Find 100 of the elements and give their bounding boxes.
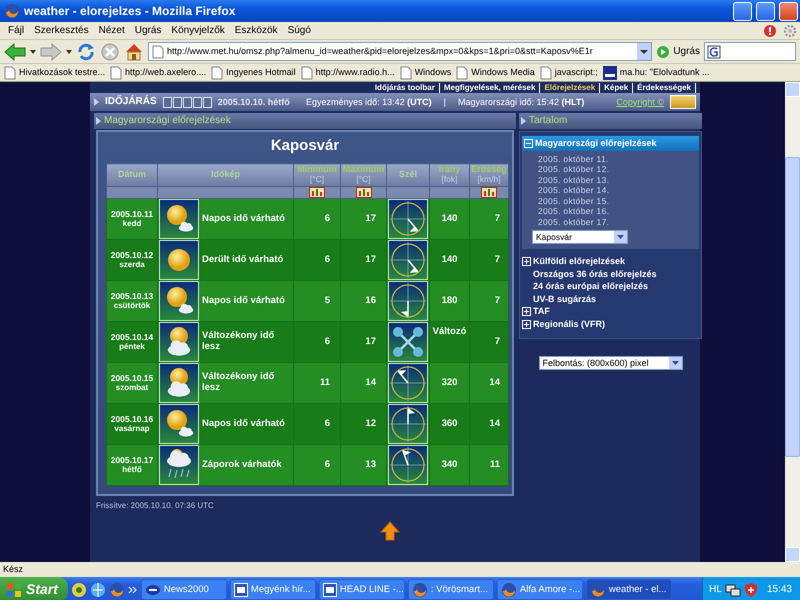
text-size-button[interactable] (202, 96, 212, 108)
variable-wind-icon (388, 322, 428, 362)
sun-cloud-icon (159, 281, 199, 321)
wind-direction: 140 (442, 254, 458, 266)
tree-item[interactable]: TAF (533, 305, 550, 318)
forecast-description: Záporok várhatók (202, 460, 282, 470)
network-icon[interactable] (724, 582, 741, 598)
bookmark-link[interactable]: http://www.radio.h... (316, 67, 395, 78)
address-field[interactable]: http://www.met.hu/omsz.php?almenu_id=weather&pid=elorejelzes&mpx=0&kps=1&pri=0&stt=Kaposv%E1r (148, 42, 652, 61)
page-icon (4, 66, 16, 80)
date-link[interactable]: 2005. október 12. (538, 164, 699, 175)
bookmark-link[interactable]: javascript:; (554, 67, 598, 78)
reload-icon[interactable] (76, 42, 96, 62)
bookmark-link[interactable]: http://web.axelero.... (125, 67, 206, 78)
webmaster-logo[interactable] (670, 95, 696, 109)
caret-icon (668, 357, 682, 370)
page-icon (152, 44, 164, 58)
weekday-text: csütörtök (112, 301, 152, 310)
text-size-button[interactable] (172, 96, 182, 108)
min-temperature: 6 (324, 254, 330, 266)
expand-icon[interactable] (522, 257, 531, 266)
date-text: 2005.10.15 (110, 374, 154, 384)
chart-icon[interactable] (309, 187, 325, 198)
tree-item[interactable]: 24 órás európai előrejelzés (533, 280, 648, 293)
collapse-icon[interactable] (524, 138, 533, 148)
taskbar-button[interactable]: : Vörösmart... (408, 579, 494, 600)
column-label: Maximum (342, 164, 384, 174)
stop-icon[interactable] (100, 42, 120, 62)
separator: | (442, 96, 447, 108)
page-icon (211, 66, 224, 80)
menu-item[interactable]: Ugrás (130, 24, 166, 36)
triangle-icon (94, 98, 99, 106)
caret-icon[interactable] (66, 50, 72, 54)
column-label: Szél (398, 169, 417, 180)
text-size-button[interactable] (162, 96, 172, 108)
search-field[interactable] (704, 42, 796, 61)
text-size-button[interactable] (182, 96, 192, 108)
date-link[interactable]: 2005. október 14. (538, 185, 699, 196)
menu-item[interactable]: Fájl (3, 24, 30, 36)
shield-icon[interactable] (744, 582, 758, 598)
home-icon[interactable] (124, 42, 144, 62)
menu-item[interactable]: Nézet (94, 24, 130, 36)
min-temperature: 11 (320, 377, 330, 388)
tree-item[interactable]: Országos 36 órás előrejelzés (533, 268, 657, 280)
text-size-button[interactable] (192, 96, 202, 108)
date-link[interactable]: 2005. október 17. (538, 216, 699, 228)
tree-item[interactable]: UV-B sugárzás (533, 292, 596, 306)
date-link[interactable]: 2005. október 15. (538, 196, 699, 206)
weekday-text: vasárnap (113, 424, 151, 434)
chevron-icon[interactable] (128, 586, 138, 594)
wind-speed: 14 (489, 418, 500, 430)
expand-icon[interactable] (522, 320, 531, 329)
menu-item[interactable]: Eszközök (230, 24, 283, 36)
wind-direction: Változó (432, 326, 466, 337)
taskbar-button[interactable]: weather - el... (586, 579, 672, 600)
bookmark-link[interactable]: Hivatkozások testre... (19, 67, 106, 78)
menu-item[interactable]: Súgó (282, 24, 316, 36)
search-engine-icon (707, 44, 723, 58)
caret-icon[interactable] (637, 43, 652, 60)
date-link[interactable]: 2005. október 13. (538, 174, 699, 186)
rain-cloud-icon (159, 445, 199, 485)
bookmark-link[interactable]: Ingyenes Hotmail (226, 67, 296, 78)
minimize-button[interactable] (733, 2, 752, 20)
expand-icon[interactable] (522, 307, 531, 316)
city-select[interactable]: Kaposvár (532, 230, 628, 244)
tree-item[interactable]: Regionális (VFR) (533, 318, 606, 330)
back-icon[interactable] (4, 42, 26, 60)
close-button[interactable] (779, 2, 798, 20)
tree-item[interactable]: Külföldi előrejelzések (533, 255, 626, 268)
scrollbar-thumb[interactable] (785, 157, 800, 457)
menu-item[interactable]: Szerkesztés (29, 24, 94, 36)
bookmark-link[interactable]: Windows (414, 67, 452, 78)
maximize-button[interactable] (756, 2, 775, 20)
error-icon[interactable] (763, 24, 777, 38)
caret-icon[interactable] (30, 50, 36, 54)
taskbar-button[interactable]: News2000 (140, 579, 227, 600)
date-link[interactable]: 2005. október 16. (538, 206, 699, 217)
taskbar-button[interactable]: HEAD LINE -... (318, 579, 405, 600)
compass-drawing (388, 445, 428, 485)
max-temperature: 16 (365, 295, 376, 306)
wind-speed: 7 (494, 254, 500, 266)
document-icon (322, 582, 337, 596)
date-link[interactable]: 2005. október 11. (538, 154, 699, 164)
tree-item[interactable]: Magyarországi előrejelzések (522, 136, 699, 151)
menu-item[interactable]: Könyvjelzők (166, 24, 230, 36)
forecast-description: Napos idő várható (202, 296, 285, 306)
globe-icon[interactable] (90, 582, 106, 598)
compass-drawing (388, 404, 428, 444)
utc-time: Egyezményes idő: 13:42 (UTC) (306, 96, 432, 108)
resolution-select[interactable]: Felbontás: (800x600) pixel (538, 356, 682, 370)
taskbar-button[interactable]: Alfa Amore -... (496, 579, 583, 600)
max-temperature: 14 (365, 377, 376, 388)
up-arrow-icon[interactable] (380, 520, 400, 541)
bookmark-link[interactable]: ma.hu: "Elolvadtunk ... (620, 67, 710, 78)
taskbar-button[interactable]: Megyénk hír... (230, 579, 316, 600)
unit-label: [fok] (440, 175, 459, 185)
chart-icon[interactable] (356, 187, 372, 198)
chart-icon[interactable] (481, 187, 497, 198)
go-button[interactable]: Ugrás (656, 44, 700, 58)
bookmark-link[interactable]: Windows Media (471, 67, 535, 78)
